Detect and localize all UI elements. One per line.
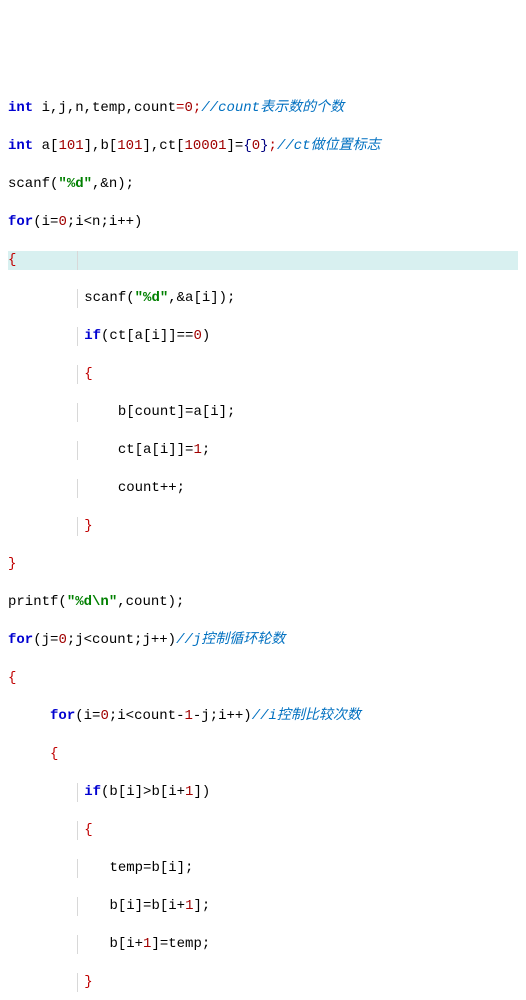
code-line: temp=b[i]; — [8, 859, 518, 878]
code-line: b[i+1]=temp; — [8, 935, 518, 954]
code-line: printf("%d\n",count); — [8, 593, 518, 612]
code-line: for(i=0;i<count-1-j;i++)//i控制比较次数 — [8, 707, 518, 726]
code-line: int i,j,n,temp,count=0;//count表示数的个数 — [8, 99, 518, 118]
code-line: for(i=0;i<n;i++) — [8, 213, 518, 232]
code-line: { — [8, 821, 518, 840]
code-line: } — [8, 555, 518, 574]
code-editor[interactable]: int i,j,n,temp,count=0;//count表示数的个数 int… — [8, 80, 518, 1000]
code-line: { — [8, 669, 518, 688]
code-line-highlighted: { — [8, 251, 518, 270]
code-line: { — [8, 745, 518, 764]
code-line: int a[101],b[101],ct[10001]={0};//ct做位置标… — [8, 137, 518, 156]
code-line: b[i]=b[i+1]; — [8, 897, 518, 916]
code-line: count++; — [8, 479, 518, 498]
code-line: ct[a[i]]=1; — [8, 441, 518, 460]
code-line: { — [8, 365, 518, 384]
code-line: } — [8, 973, 518, 992]
code-line: if(b[i]>b[i+1]) — [8, 783, 518, 802]
code-line: b[count]=a[i]; — [8, 403, 518, 422]
code-line: scanf("%d",&n); — [8, 175, 518, 194]
code-line: if(ct[a[i]]==0) — [8, 327, 518, 346]
code-line: for(j=0;j<count;j++)//j控制循环轮数 — [8, 631, 518, 650]
code-line: scanf("%d",&a[i]); — [8, 289, 518, 308]
code-line: } — [8, 517, 518, 536]
